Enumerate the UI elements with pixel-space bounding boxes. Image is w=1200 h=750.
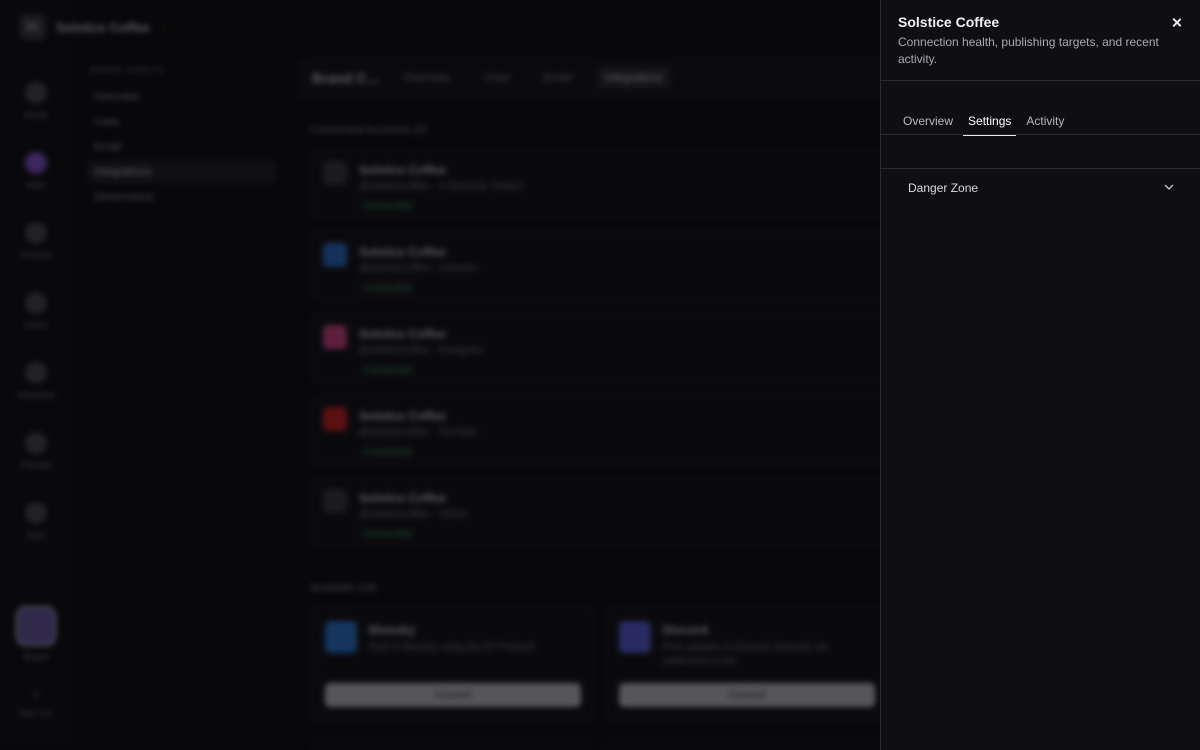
- divider: [881, 80, 1200, 81]
- panel-tabs: Overview Settings Activity: [898, 110, 1074, 136]
- panel-description: Connection health, publishing targets, a…: [898, 35, 1159, 66]
- tab-settings[interactable]: Settings: [963, 110, 1017, 136]
- chevron-down-icon: [1164, 184, 1174, 190]
- close-icon[interactable]: [1168, 14, 1186, 32]
- modal-scrim[interactable]: [0, 0, 880, 750]
- danger-zone-label: Danger Zone: [908, 181, 979, 195]
- tab-overview[interactable]: Overview: [898, 110, 958, 135]
- tab-activity[interactable]: Activity: [1021, 110, 1069, 135]
- panel-title: Solstice Coffee: [898, 14, 1000, 30]
- divider: [881, 168, 1200, 169]
- danger-zone-accordion[interactable]: Danger Zone: [881, 170, 1200, 204]
- divider: [881, 134, 1200, 135]
- account-details-panel: Solstice Coffee Connection health, publi…: [880, 0, 1200, 750]
